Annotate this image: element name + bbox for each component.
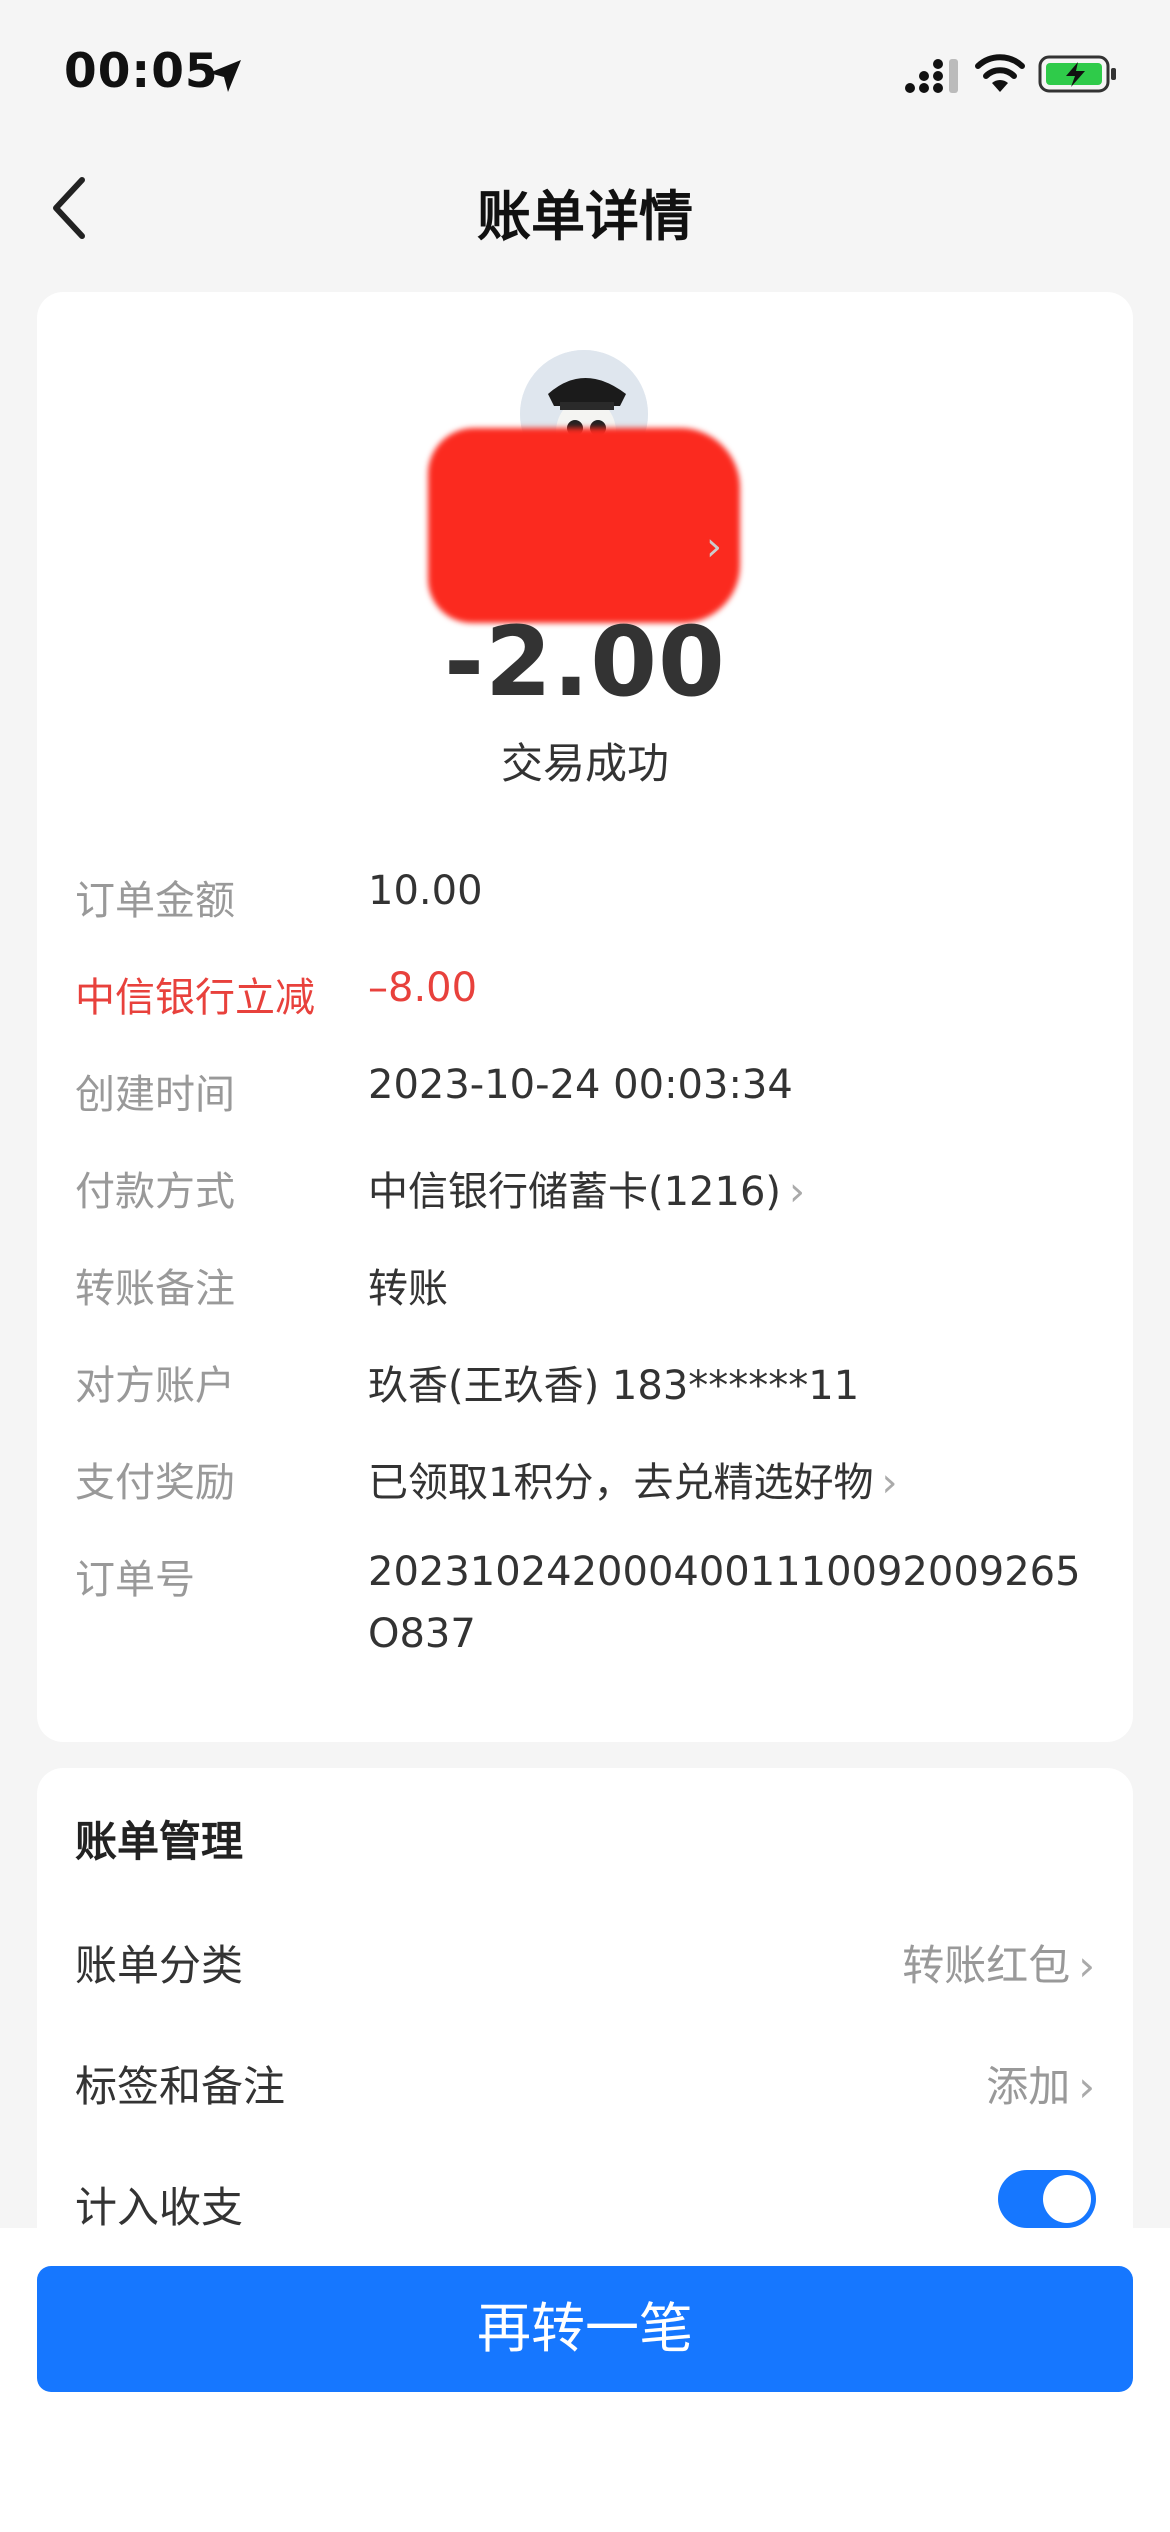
transaction-amount: -2.00: [444, 606, 726, 718]
transaction-status: 交易成功: [500, 739, 669, 788]
payment-method-value: 中信银行储蓄卡(1216): [368, 1169, 782, 1215]
toggle-knob: [1043, 2175, 1091, 2223]
page-title: 账单详情: [477, 185, 693, 248]
discount-label: 中信银行立减: [75, 975, 315, 1021]
created-time-label: 创建时间: [75, 1072, 235, 1118]
order-amount-label: 订单金额: [75, 878, 235, 924]
status-time: 00:05: [64, 44, 219, 99]
order-number-value: 2023102420004001110092009265O837: [368, 1549, 1081, 1657]
chevron-right-icon: ›: [881, 1460, 898, 1506]
payment-reward-label: 支付奖励: [75, 1460, 235, 1506]
payment-method-label: 付款方式: [75, 1169, 235, 1215]
payment-reward-link[interactable]: 已领取1积分，去兑精选好物 ›: [368, 1450, 897, 1508]
chevron-right-icon: ›: [1078, 1941, 1095, 1990]
wifi-icon: [975, 54, 1025, 92]
bill-management-title: 账单管理: [75, 1817, 244, 1866]
order-amount-value: 10.00: [368, 868, 483, 914]
count-in-budget-label: 计入收支: [75, 2183, 244, 2232]
battery-charging-icon: [1038, 55, 1116, 93]
bill-category-link[interactable]: 转账红包 ›: [902, 1932, 1095, 1993]
counterparty-label: 对方账户: [75, 1363, 235, 1409]
payment-reward-value: 已领取1积分，去兑精选好物: [368, 1460, 874, 1506]
order-number-label: 订单号: [75, 1557, 195, 1603]
status-bar: 00:05: [0, 0, 1170, 150]
bill-category-label: 账单分类: [75, 1941, 244, 1990]
chevron-right-icon: ›: [1078, 2062, 1095, 2111]
payee-chevron-icon[interactable]: ›: [706, 524, 722, 570]
chevron-right-icon: ›: [789, 1169, 806, 1215]
count-in-budget-toggle[interactable]: [998, 2170, 1096, 2228]
cellular-signal-icon: [905, 59, 958, 93]
tags-notes-link[interactable]: 添加 ›: [986, 2053, 1095, 2114]
transfer-note-value: 转账: [368, 1266, 448, 1312]
created-time-value: 2023-10-24 00:03:34: [368, 1062, 793, 1108]
transfer-again-button[interactable]: 再转一笔: [37, 2266, 1133, 2392]
bill-detail-page: 00:05 账单详情 › -2.00 交易成功 订单金额 10.00 中信银行立…: [0, 0, 1170, 2532]
bill-category-value: 转账红包: [902, 1941, 1071, 1990]
redacted-payee-name: [428, 428, 740, 623]
transfer-note-label: 转账备注: [75, 1266, 235, 1312]
location-arrow-icon: [209, 60, 241, 92]
counterparty-value: 玖香(王玖香) 183******11: [368, 1363, 860, 1409]
tags-notes-label: 标签和备注: [75, 2062, 286, 2111]
tags-notes-value: 添加: [986, 2062, 1071, 2111]
payment-method-link[interactable]: 中信银行储蓄卡(1216) ›: [368, 1159, 805, 1217]
discount-value: –8.00: [368, 965, 478, 1011]
